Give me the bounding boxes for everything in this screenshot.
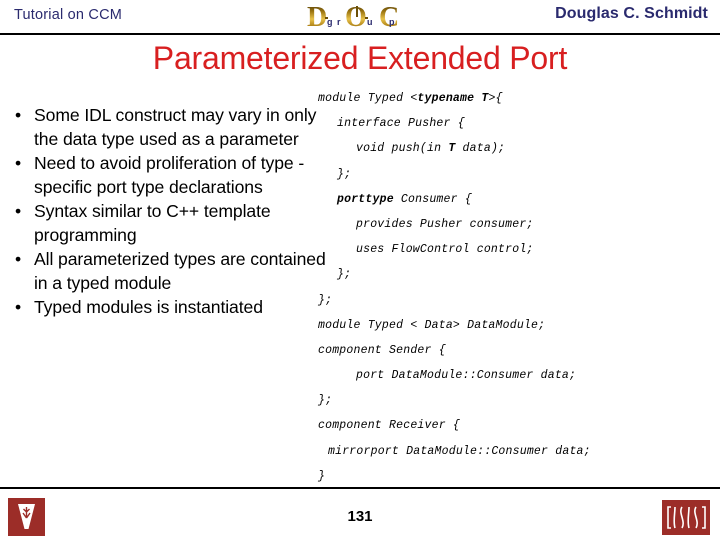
code-line: }; — [318, 162, 714, 187]
code-text: provides Pusher consumer; — [356, 217, 534, 231]
code-line: void push(in T data); — [318, 136, 714, 161]
bullet-marker: • — [15, 153, 22, 173]
header-author-label: Douglas C. Schmidt — [555, 5, 708, 22]
code-text: Consumer { — [393, 192, 472, 206]
svg-text:D: D — [307, 2, 327, 33]
code-line: }; — [318, 262, 714, 287]
page-number: 131 — [347, 508, 373, 525]
header-divider — [0, 33, 720, 35]
code-line: uses FlowControl control; — [318, 237, 714, 262]
code-line: module Typed < Data> DataModule; — [318, 313, 714, 338]
code-text: component Sender { — [318, 343, 446, 357]
code-line: }; — [318, 288, 714, 313]
footer-divider — [0, 487, 720, 489]
code-line: interface Pusher { — [318, 111, 714, 136]
code-text: module Typed < Data> DataModule; — [318, 318, 546, 332]
bullet-marker: • — [15, 201, 22, 221]
code-line: } — [318, 464, 714, 489]
bullet-text: Need to avoid proliferation of type -spe… — [34, 153, 305, 197]
svg-text:p: p — [389, 17, 395, 27]
slide-header: Tutorial on CCM D g r O u C p Douglas C.… — [0, 0, 720, 34]
code-text: module Typed < — [318, 92, 418, 105]
list-item: • All parameterized types are contained … — [6, 248, 336, 295]
code-text: component Receiver { — [318, 419, 461, 433]
bullet-list: • Some IDL construct may vary in only th… — [6, 104, 336, 321]
code-line: }; — [318, 388, 714, 413]
code-text: }; — [337, 268, 352, 282]
code-line: port DataModule::Consumer data; — [318, 363, 714, 388]
code-text: } — [318, 469, 326, 483]
code-text: port DataModule::Consumer data; — [356, 369, 577, 383]
code-keyword: typename T — [417, 92, 489, 105]
svg-text:r: r — [337, 17, 341, 27]
svg-text:O: O — [345, 2, 367, 33]
code-line: module Typed <typename T>{ — [318, 86, 714, 111]
code-line: component Receiver { — [318, 413, 714, 438]
list-item: • Typed modules is instantiated — [6, 296, 336, 320]
code-keyword: porttype — [337, 192, 394, 206]
code-text: data); — [455, 142, 506, 156]
code-text: interface Pusher { — [337, 117, 465, 131]
page-title: Parameterized Extended Port — [152, 40, 568, 76]
bullet-marker: • — [15, 105, 22, 125]
idl-code-block: module Typed <typename T>{ interface Push… — [318, 86, 714, 489]
code-text: mirrorport DataModule::Consumer data; — [328, 444, 591, 458]
bullet-text: Some IDL construct may vary in only the … — [34, 105, 317, 149]
header-tutorial-label: Tutorial on CCM — [14, 7, 123, 23]
code-text: void push(in — [356, 142, 449, 156]
code-text: }; — [318, 293, 333, 307]
list-item: • Need to avoid proliferation of type -s… — [6, 152, 336, 199]
bullet-text: Syntax similar to C++ template programmi… — [34, 201, 271, 245]
code-text: }; — [337, 167, 352, 181]
isis-logo — [662, 500, 710, 535]
code-text: >{ — [488, 92, 503, 105]
bullet-text: All parameterized types are contained in… — [34, 249, 326, 293]
doc-group-logo: D g r O u C p — [305, 0, 425, 33]
bullet-marker: • — [15, 297, 22, 317]
code-line: mirrorport DataModule::Consumer data; — [318, 439, 714, 464]
code-text: }; — [318, 394, 333, 408]
code-text: uses FlowControl control; — [356, 243, 534, 257]
code-line: provides Pusher consumer; — [318, 212, 714, 237]
code-line: component Sender { — [318, 338, 714, 363]
list-item: • Syntax similar to C++ template program… — [6, 200, 336, 247]
bullet-marker: • — [15, 249, 22, 269]
code-line: porttype Consumer { — [318, 187, 714, 212]
list-item: • Some IDL construct may vary in only th… — [6, 104, 336, 151]
bullet-text: Typed modules is instantiated — [34, 297, 263, 317]
